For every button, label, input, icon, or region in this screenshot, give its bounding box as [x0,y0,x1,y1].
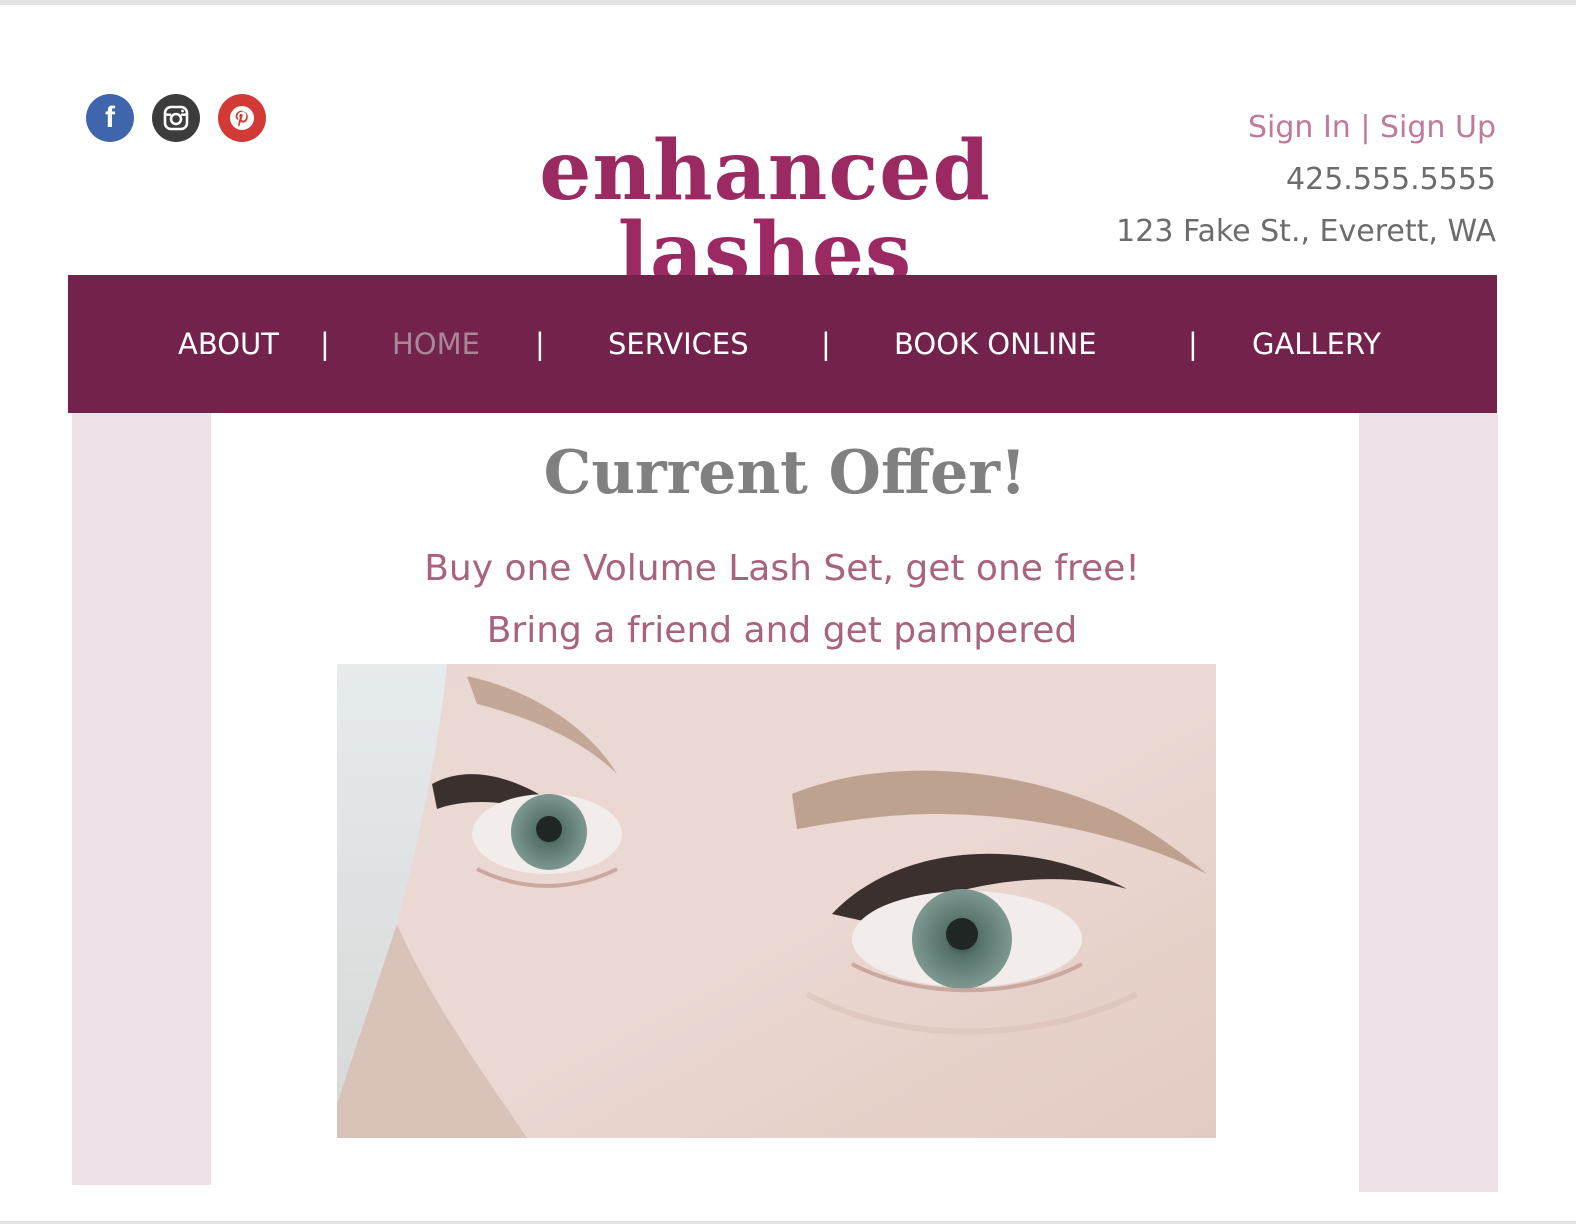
top-border [0,0,1576,5]
sign-in-link[interactable]: Sign In [1248,110,1351,145]
main-nav: ABOUT | HOME | SERVICES | BOOK ONLINE | … [68,275,1497,413]
social-links: f [86,94,266,142]
pinterest-icon[interactable] [218,94,266,142]
site-logo[interactable]: enhanced lashes [400,130,1130,294]
nav-separator: | [821,327,831,361]
contact-info: Sign In | Sign Up 425.555.5555 123 Fake … [1116,102,1496,258]
instagram-icon[interactable] [152,94,200,142]
offer-line-1: Buy one Volume Lash Set, get one free! [424,548,1140,589]
phone-number: 425.555.5555 [1286,162,1496,197]
right-side-panel [1359,413,1498,1192]
facebook-icon[interactable]: f [86,94,134,142]
sign-up-link[interactable]: Sign Up [1380,110,1496,145]
nav-item-home[interactable]: HOME [392,275,480,413]
nav-separator: | [1188,327,1198,361]
offer-photo [337,664,1216,1138]
nav-item-gallery[interactable]: GALLERY [1252,275,1381,413]
left-side-panel [72,413,211,1185]
nav-separator: | [535,327,545,361]
auth-divider: | [1360,110,1371,145]
nav-item-book-online[interactable]: BOOK ONLINE [894,275,1097,413]
nav-item-services[interactable]: SERVICES [608,275,749,413]
offer-line-2: Bring a friend and get pampered [486,610,1078,651]
facebook-glyph: f [105,101,115,134]
address: 123 Fake St., Everett, WA [1116,214,1496,249]
nav-separator: | [320,327,330,361]
pinterest-glyph [230,106,254,130]
auth-links: Sign In | Sign Up [1116,102,1496,154]
offer-title: Current Offer! [543,438,1027,508]
nav-item-about[interactable]: ABOUT [178,275,279,413]
instagram-glyph [163,105,189,131]
bottom-border [0,1221,1576,1224]
